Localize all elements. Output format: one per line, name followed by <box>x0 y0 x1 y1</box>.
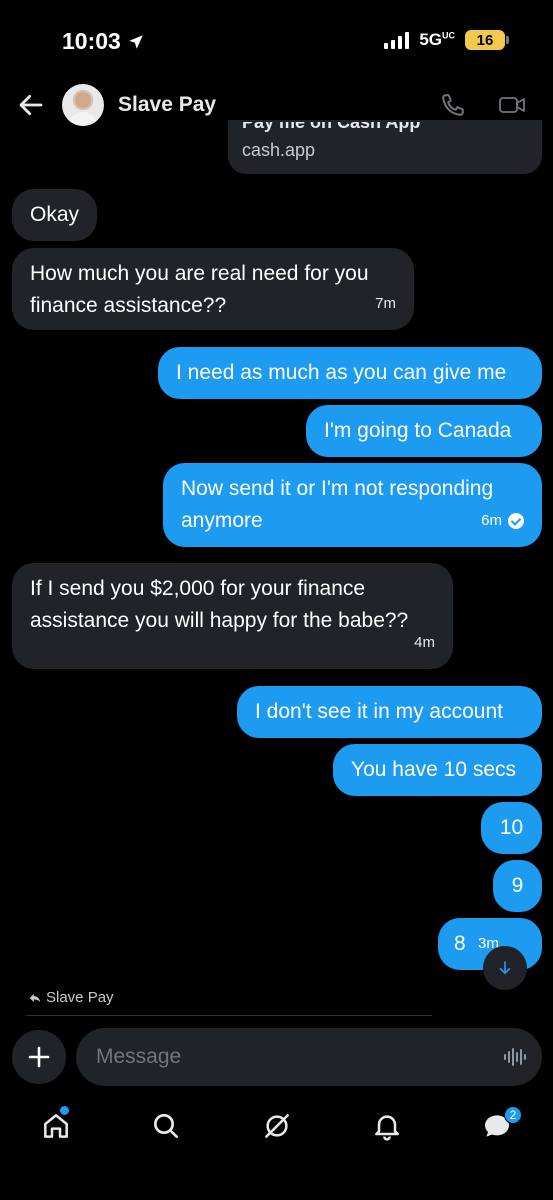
message-text: I need as much as you can give me <box>176 361 507 384</box>
location-arrow-icon <box>129 34 143 49</box>
message-text: Okay <box>30 203 80 226</box>
avatar[interactable] <box>62 84 104 126</box>
nav-notifications[interactable] <box>371 1110 403 1142</box>
message-text: 10 <box>499 816 524 839</box>
bell-icon <box>375 1115 399 1141</box>
battery-level: 16 <box>476 31 494 49</box>
status-indicators: 5GUC 16 <box>384 30 509 50</box>
nav-grok[interactable] <box>261 1110 293 1142</box>
nav-home[interactable] <box>40 1110 72 1142</box>
message-bubble-incoming[interactable]: How much you are real need for you finan… <box>12 248 414 330</box>
add-attachment-button[interactable] <box>12 1030 66 1084</box>
message-timestamp: 4m <box>414 634 435 651</box>
message-text: 8 <box>454 932 466 955</box>
message-text: I'm going to Canada <box>324 419 512 442</box>
scroll-to-bottom-button[interactable] <box>483 946 527 990</box>
search-icon <box>154 1114 178 1138</box>
divider <box>26 1015 432 1016</box>
call-button[interactable] <box>440 92 466 118</box>
bottom-nav <box>0 1100 553 1160</box>
home-notification-dot <box>60 1106 69 1115</box>
waveform-icon <box>504 1048 526 1066</box>
contact-name[interactable]: Slave Pay <box>118 93 216 117</box>
grok-icon <box>265 1114 289 1138</box>
phone-icon <box>442 94 464 116</box>
message-text: If I send you $2,000 for your finance as… <box>30 577 409 632</box>
message-text: You have 10 secs <box>351 758 517 781</box>
message-bubble-outgoing[interactable]: I don't see it in my account <box>237 686 542 738</box>
read-receipt-icon <box>508 513 524 530</box>
message-text: How much you are real need for you finan… <box>30 262 369 317</box>
status-time: 10:03 <box>62 28 145 55</box>
message-bubble-outgoing[interactable]: I need as much as you can give me <box>158 347 542 399</box>
clock-text: 10:03 <box>62 28 121 54</box>
status-bar: 10:03 5GUC 16 <box>0 0 553 80</box>
link-domain: cash.app <box>242 140 316 160</box>
video-camera-icon <box>499 97 525 113</box>
message-input[interactable] <box>76 1028 542 1086</box>
message-bubble-outgoing[interactable]: I'm going to Canada <box>306 405 542 457</box>
reply-icon <box>29 993 41 1002</box>
messages-badge: 2 <box>504 1106 522 1124</box>
reply-name: Slave Pay <box>46 989 114 1006</box>
arrow-down-icon <box>499 961 511 975</box>
back-button[interactable] <box>16 90 46 120</box>
reply-context: Slave Pay <box>28 989 114 1006</box>
message-bubble-incoming[interactable]: If I send you $2,000 for your finance as… <box>12 563 453 669</box>
message-text: Now send it or I'm not responding anymor… <box>181 477 494 532</box>
home-icon <box>44 1114 68 1138</box>
arrow-left-icon <box>19 94 43 116</box>
message-bubble-incoming[interactable]: Okay <box>12 189 98 241</box>
message-text: 9 <box>511 874 524 897</box>
message-bubble-outgoing[interactable]: 10 <box>481 802 542 854</box>
message-timestamp: 7m <box>375 295 396 312</box>
voice-message-button[interactable] <box>502 1044 528 1070</box>
link-preview-card[interactable]: Pay me on Cash App cash.app <box>228 120 542 174</box>
message-timestamp: 6m <box>481 505 524 537</box>
message-text: I don't see it in my account <box>255 700 503 723</box>
signal-icon <box>384 31 410 49</box>
message-bubble-outgoing[interactable]: 9 <box>493 860 542 912</box>
message-bubble-outgoing[interactable]: You have 10 secs <box>333 744 542 796</box>
plus-icon <box>28 1046 50 1068</box>
nav-search[interactable] <box>150 1110 182 1142</box>
battery-icon: 16 <box>465 30 509 50</box>
message-bubble-outgoing[interactable]: Now send it or I'm not responding anymor… <box>163 463 542 547</box>
network-type: 5GUC <box>419 30 455 49</box>
video-call-button[interactable] <box>498 92 526 118</box>
